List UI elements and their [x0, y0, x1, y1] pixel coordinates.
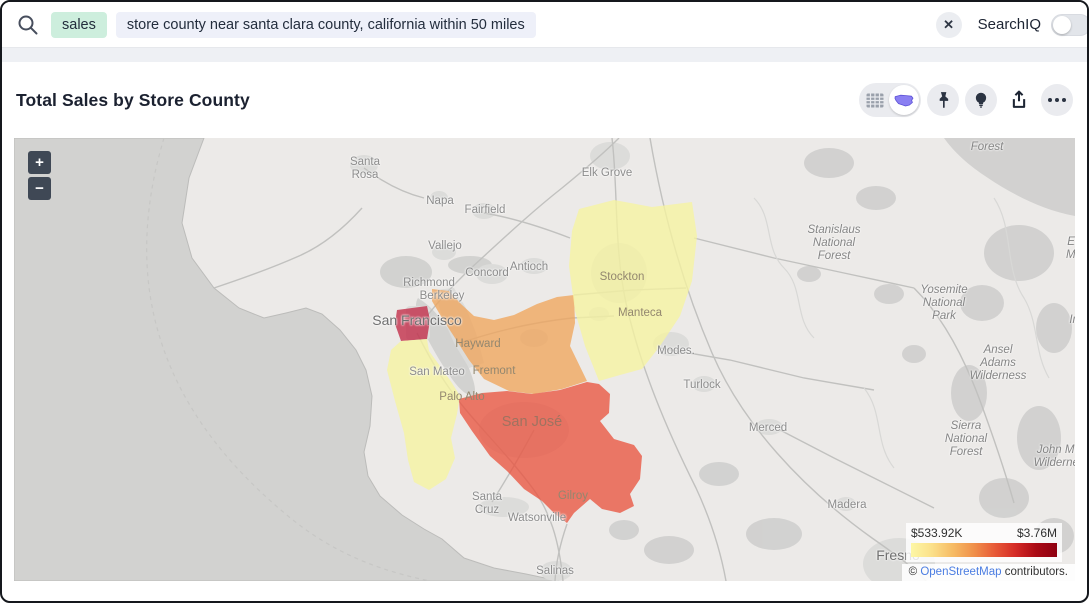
map-canvas: [14, 138, 1075, 581]
map-legend: $533.92K $3.76M: [906, 523, 1062, 562]
map-zoom-control: + −: [28, 151, 51, 200]
toggle-knob: [1053, 16, 1071, 34]
answer-toolbar: [859, 83, 1073, 117]
map-chart-view-button[interactable]: [889, 85, 919, 115]
zoom-in-button[interactable]: +: [28, 151, 51, 174]
table-view-button[interactable]: [861, 85, 889, 115]
zoom-out-button[interactable]: −: [28, 177, 51, 200]
search-bar: sales store county near santa clara coun…: [2, 2, 1087, 48]
pin-button[interactable]: [927, 84, 959, 116]
lightbulb-icon: [971, 90, 991, 110]
region-county-san-francisco[interactable]: [395, 306, 430, 341]
more-options-button[interactable]: [1041, 84, 1073, 116]
divider-band: [2, 48, 1087, 62]
searchiq-toggle[interactable]: [1051, 14, 1089, 36]
searchiq-label: SearchIQ: [978, 16, 1041, 33]
legend-min-value: $533.92K: [911, 526, 962, 540]
legend-gradient-bar: [911, 543, 1057, 557]
pin-icon: [933, 90, 953, 110]
san-pablo-bay: [380, 256, 432, 288]
share-button[interactable]: [1003, 84, 1035, 116]
openstreetmap-link[interactable]: OpenStreetMap: [920, 566, 1001, 578]
choropleth-map[interactable]: SantaRosaNapaFairfieldVallejoAntiochConc…: [14, 138, 1075, 581]
insights-button[interactable]: [965, 84, 997, 116]
search-icon: [16, 13, 40, 37]
answer-header: Total Sales by Store County: [2, 62, 1087, 138]
search-token-sales[interactable]: sales: [51, 12, 107, 38]
share-icon: [1007, 88, 1031, 112]
ellipsis-icon: [1048, 98, 1066, 102]
attribution-suffix: contributors.: [1002, 566, 1068, 578]
usa-map-icon: [894, 94, 914, 107]
map-attribution: © OpenStreetMap contributors.: [902, 564, 1075, 581]
legend-max-value: $3.76M: [1017, 526, 1057, 540]
clear-search-button[interactable]: ✕: [936, 12, 962, 38]
table-icon: [866, 93, 884, 108]
page-title: Total Sales by Store County: [16, 90, 250, 111]
search-token-query[interactable]: store county near santa clara county, ca…: [116, 12, 536, 38]
view-switcher: [859, 83, 921, 117]
app-window: sales store county near santa clara coun…: [0, 0, 1089, 603]
copyright-symbol: ©: [909, 566, 917, 578]
